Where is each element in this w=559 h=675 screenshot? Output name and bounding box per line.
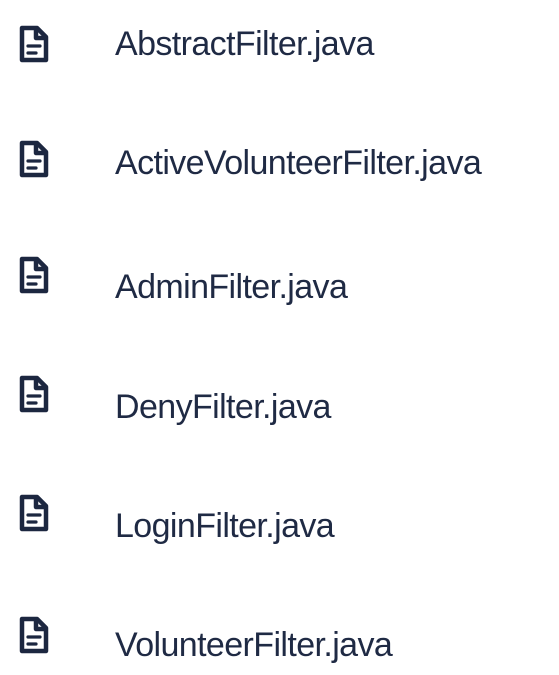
file-row-abstract-filter[interactable]: AbstractFilter.java [0, 0, 559, 80]
file-row-active-volunteer-filter[interactable]: ActiveVolunteerFilter.java [0, 120, 559, 200]
file-name: ActiveVolunteerFilter.java [115, 144, 482, 182]
file-text-icon [18, 375, 50, 413]
file-text-icon [18, 140, 50, 178]
file-name: DenyFilter.java [115, 388, 331, 426]
file-name: AdminFilter.java [115, 268, 348, 306]
file-name: VolunteerFilter.java [115, 626, 393, 664]
file-row-volunteer-filter[interactable]: VolunteerFilter.java [0, 595, 559, 675]
file-row-admin-filter[interactable]: AdminFilter.java [0, 236, 559, 316]
file-list: AbstractFilter.java ActiveVolunteerFilte… [0, 0, 559, 670]
file-text-icon [18, 616, 50, 654]
file-text-icon [18, 256, 50, 294]
file-text-icon [18, 494, 50, 532]
file-text-icon [18, 25, 50, 63]
file-row-login-filter[interactable]: LoginFilter.java [0, 474, 559, 554]
file-row-deny-filter[interactable]: DenyFilter.java [0, 356, 559, 436]
file-name: LoginFilter.java [115, 507, 335, 545]
file-name: AbstractFilter.java [115, 25, 374, 63]
